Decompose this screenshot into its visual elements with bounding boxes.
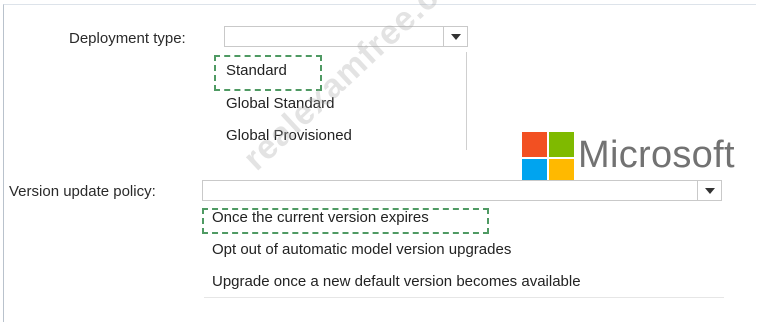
version-update-policy-label: Version update policy: [9,183,156,200]
logo-square-red [522,132,547,157]
version-option-upgrade-default[interactable]: Upgrade once a new default version becom… [212,273,581,290]
deployment-type-dropdown-toggle[interactable] [443,27,467,46]
chevron-down-icon [705,188,715,194]
microsoft-wordmark: Microsoft [578,134,735,176]
version-update-policy-dropdown[interactable] [202,180,722,201]
version-update-policy-dropdown-toggle[interactable] [697,181,721,200]
version-option-opt-out[interactable]: Opt out of automatic model version upgra… [212,241,511,258]
dropdown-list-border [466,52,467,150]
deployment-type-label: Deployment type: [69,30,186,47]
chevron-down-icon [451,34,461,40]
version-list-bottom-border [204,297,724,298]
version-option-once-expires[interactable]: Once the current version expires [212,209,429,226]
logo-square-green [549,132,574,157]
deployment-type-dropdown[interactable] [224,26,468,47]
deployment-option-standard[interactable]: Standard [226,62,287,79]
